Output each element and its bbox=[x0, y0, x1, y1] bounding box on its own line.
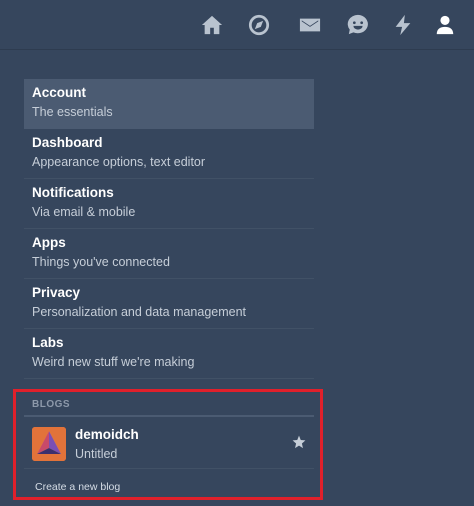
menu-item-title: Labs bbox=[32, 335, 64, 350]
menu-item-labs[interactable]: Labs Weird new stuff we're making bbox=[24, 329, 314, 379]
chat-icon[interactable] bbox=[345, 12, 371, 38]
home-icon[interactable] bbox=[199, 12, 225, 38]
menu-item-title: Privacy bbox=[32, 285, 81, 300]
top-navigation-bar bbox=[0, 0, 474, 50]
menu-item-subtitle: Weird new stuff we're making bbox=[32, 355, 195, 369]
menu-item-account[interactable]: Account The essentials bbox=[24, 79, 314, 129]
menu-item-subtitle: Personalization and data management bbox=[32, 305, 247, 319]
lightning-icon[interactable] bbox=[390, 12, 416, 38]
menu-item-title: Apps bbox=[32, 235, 66, 250]
menu-item-title: Notifications bbox=[32, 185, 114, 200]
menu-item-title: Account bbox=[32, 85, 86, 100]
menu-item-subtitle: The essentials bbox=[32, 105, 113, 119]
menu-item-title: Dashboard bbox=[32, 135, 103, 150]
user-icon[interactable] bbox=[432, 12, 458, 38]
menu-item-privacy[interactable]: Privacy Personalization and data managem… bbox=[24, 279, 314, 329]
mail-icon[interactable] bbox=[296, 12, 324, 38]
menu-item-notifications[interactable]: Notifications Via email & mobile bbox=[24, 179, 314, 229]
settings-menu: Account The essentials Dashboard Appeara… bbox=[24, 79, 314, 379]
menu-item-dashboard[interactable]: Dashboard Appearance options, text edito… bbox=[24, 129, 314, 179]
compass-icon[interactable] bbox=[246, 12, 272, 38]
menu-item-subtitle: Appearance options, text editor bbox=[32, 155, 206, 169]
menu-item-subtitle: Via email & mobile bbox=[32, 205, 136, 219]
highlight-box bbox=[13, 389, 323, 500]
menu-item-apps[interactable]: Apps Things you've connected bbox=[24, 229, 314, 279]
menu-item-subtitle: Things you've connected bbox=[32, 255, 170, 269]
